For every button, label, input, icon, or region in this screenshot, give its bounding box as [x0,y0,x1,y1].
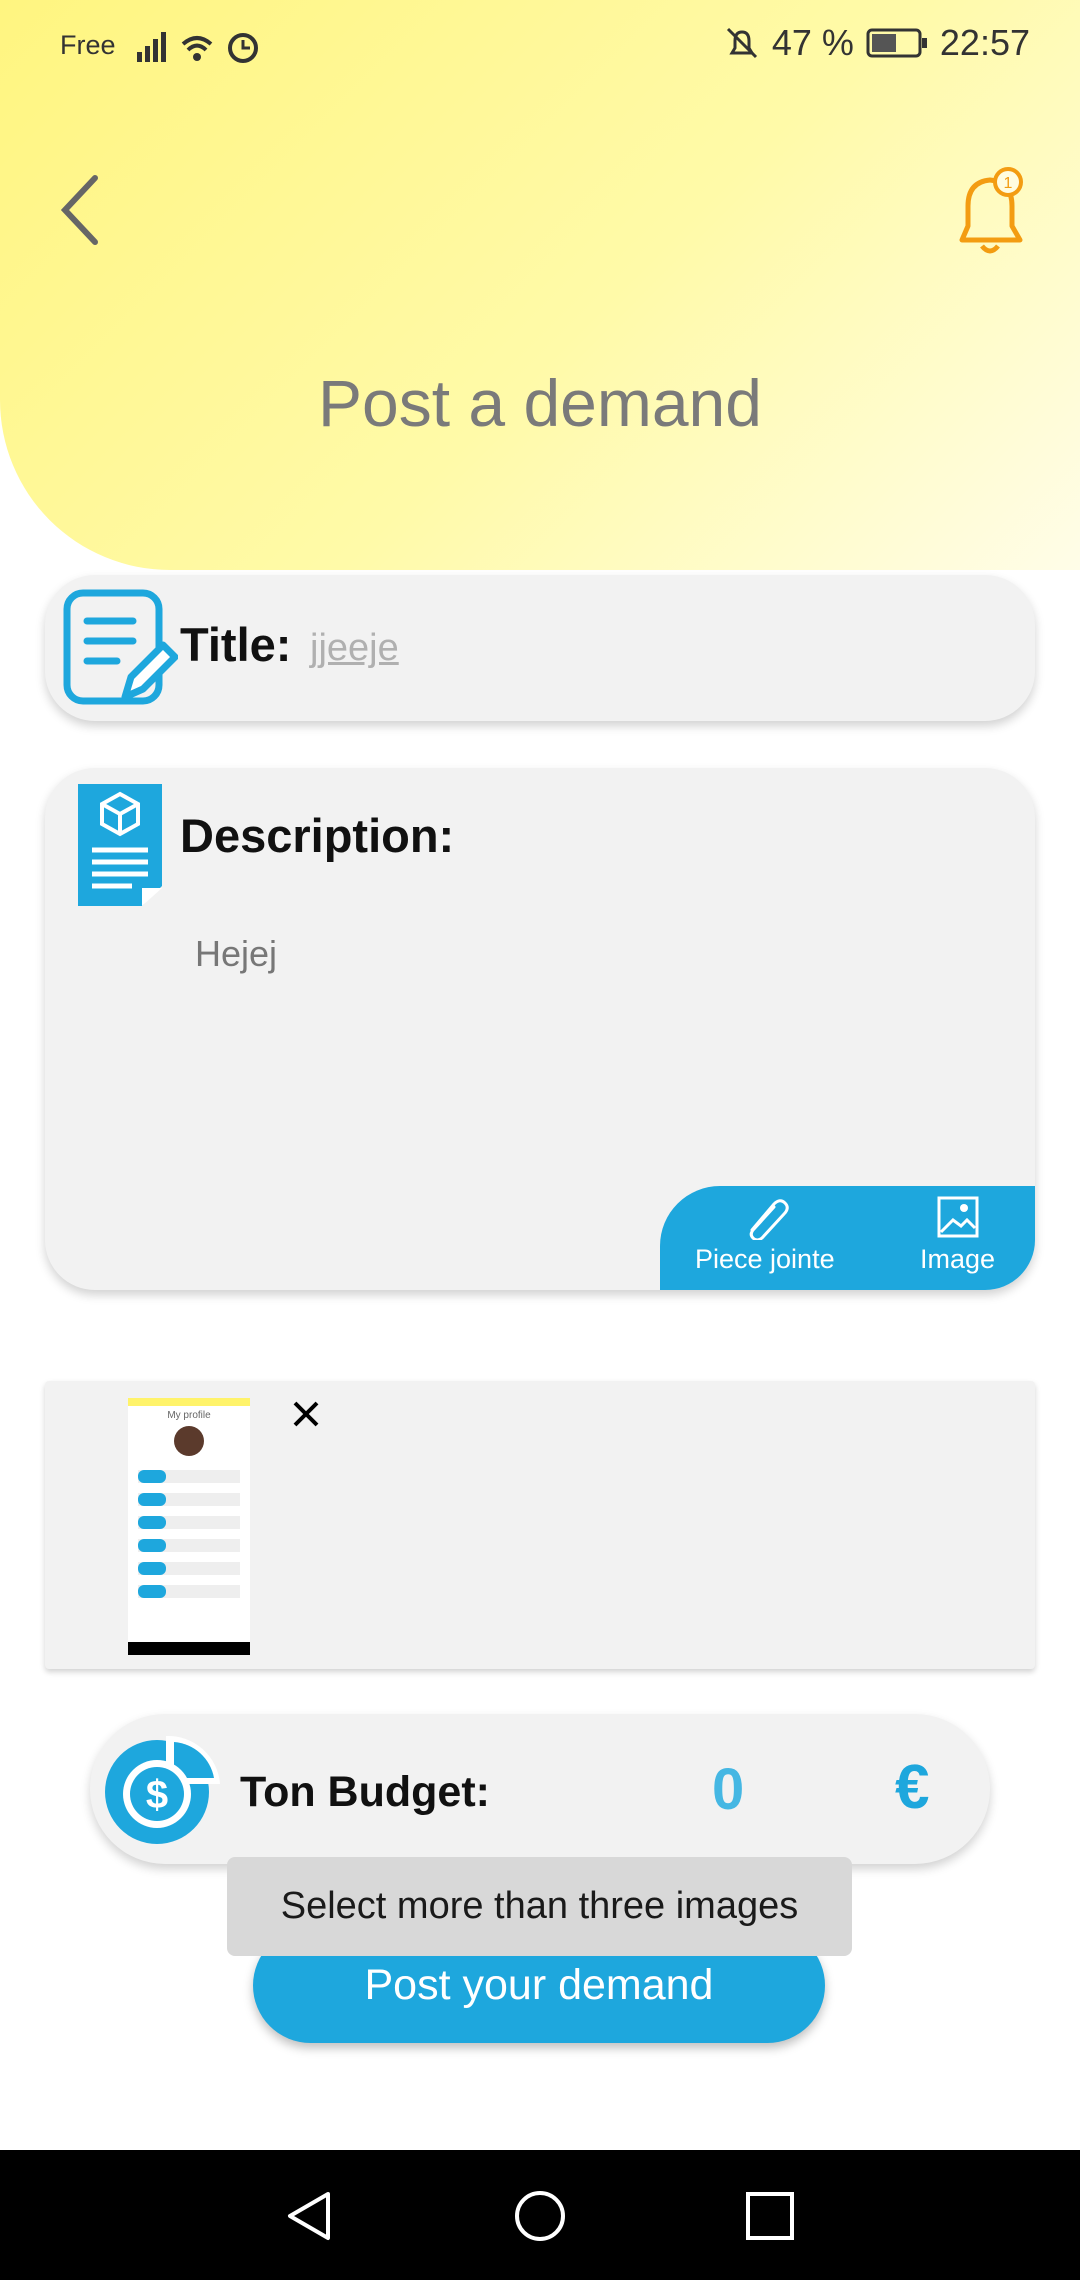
remove-image-icon[interactable] [285,1393,325,1433]
page-title: Post a demand [318,366,762,440]
document-edit-icon [63,589,178,705]
attachment-bar: Piece jointe Image [660,1186,1035,1290]
image-icon [937,1196,979,1238]
mute-bell-icon [726,27,757,59]
clock-time: 22:57 [939,22,1030,63]
back-button[interactable] [55,170,125,250]
budget-field-card[interactable]: $ Ton Budget: 0 € [90,1714,990,1864]
carrier-label: Free [60,30,116,60]
system-nav-bar [0,2150,1080,2280]
battery-icon [866,28,927,58]
nav-recents-icon[interactable] [742,2188,798,2244]
selected-images-panel: My profile [45,1381,1035,1669]
attach-file-label: Piece jointe [695,1244,835,1274]
chevron-left-icon [60,175,98,245]
dollar-coin-icon: $ [105,1735,220,1844]
title-label: Title: [180,618,292,671]
nav-home-icon[interactable] [512,2188,568,2244]
thumbnail-title: My profile [167,1410,211,1421]
status-bar: Free 47 % 22:57 [0,0,1080,90]
battery-percent: 47 % [771,22,854,63]
svg-text:$: $ [146,1773,168,1817]
attach-image-label: Image [920,1244,996,1274]
attach-file-button[interactable]: Piece jointe [695,1194,835,1275]
currency-symbol: € [895,1753,930,1822]
attach-image-button[interactable]: Image [920,1194,995,1275]
title-field-card[interactable]: Title: jjeeje [45,575,1035,721]
description-label: Description: [180,809,455,862]
budget-label: Ton Budget: [240,1768,490,1816]
svg-text:1: 1 [1004,175,1013,192]
bell-icon: 1 [959,167,1023,254]
nav-back-icon[interactable] [282,2188,338,2244]
budget-input[interactable]: 0 [712,1756,744,1823]
signal-wifi-alarm-icon [137,32,258,63]
description-input[interactable]: Hejej [195,933,277,975]
title-input[interactable]: jjeeje [310,627,399,670]
description-field-card[interactable]: Description: Hejej Piece jointe Image [45,768,1035,1290]
toast-message: Select more than three images [227,1857,852,1956]
paperclip-icon [749,1199,789,1240]
image-thumbnail[interactable]: My profile [128,1398,250,1655]
notification-button[interactable]: 1 [950,160,1040,260]
package-document-icon [78,784,162,906]
